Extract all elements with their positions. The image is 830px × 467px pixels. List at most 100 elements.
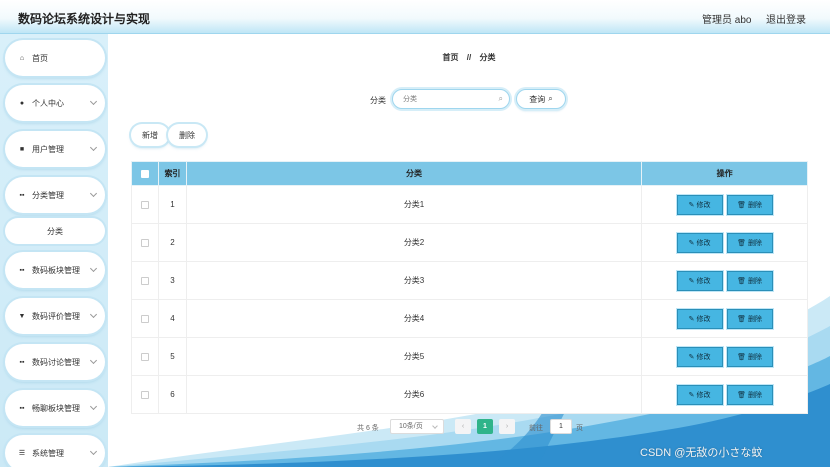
prev-page-button[interactable]: ‹ <box>455 419 471 434</box>
row-category: 分类1 <box>185 185 643 224</box>
next-page-button[interactable]: › <box>499 419 515 434</box>
breadcrumb-home[interactable]: 首页 <box>443 53 459 62</box>
chevron-down-icon <box>432 423 438 429</box>
row-category: 分类2 <box>185 223 643 262</box>
edit-icon: ✎ <box>688 315 695 323</box>
search-field[interactable]: ⌕ <box>392 89 510 109</box>
edit-button[interactable]: ✎ 修改 <box>676 346 723 367</box>
grid-icon: ▪▪ <box>19 266 25 274</box>
delete-button-label: 删除 <box>748 315 763 323</box>
delete-button[interactable]: 🗑 删除 <box>726 384 773 405</box>
chevron-down-icon <box>89 447 98 456</box>
row-checkbox[interactable] <box>140 238 149 247</box>
row-index: 6 <box>157 375 187 414</box>
row-checkbox[interactable] <box>140 390 149 399</box>
page-size-select[interactable]: 10条/页 <box>390 419 444 434</box>
delete-button[interactable]: 🗑 删除 <box>726 308 773 329</box>
sidebar-item-reviews[interactable]: ▼ 数码评价管理 <box>5 298 105 334</box>
pagination-total: 共 6 条 <box>357 425 379 432</box>
logout-link[interactable]: 退出登录 <box>766 11 806 26</box>
edit-button[interactable]: ✎ 修改 <box>676 194 723 215</box>
pagination: 共 6 条 10条/页 ‹ 1 › 前往 1 页 <box>108 419 830 435</box>
sidebar-item-system[interactable]: ☰ 系统管理 <box>5 435 105 467</box>
breadcrumb: 首页 // 分类 <box>108 52 830 63</box>
sidebar-item-discussions[interactable]: ▪▪ 数码讨论管理 <box>5 344 105 380</box>
row-index: 1 <box>157 185 187 224</box>
sidebar-item-chat-board[interactable]: ▪▪ 畅聊板块管理 <box>5 390 105 426</box>
row-checkbox[interactable] <box>140 352 149 361</box>
table-header-row: 索引 分类 操作 <box>131 161 808 186</box>
chevron-down-icon <box>89 402 98 411</box>
row-category: 分类6 <box>185 375 643 414</box>
trash-icon: 🗑 <box>737 239 747 247</box>
edit-icon: ✎ <box>688 239 695 247</box>
breadcrumb-current: 分类 <box>479 53 496 62</box>
row-index: 3 <box>157 261 187 300</box>
sidebar-item-category[interactable]: ▪▪ 分类管理 <box>5 177 105 213</box>
grid-icon: ▪▪ <box>19 191 25 199</box>
cup-icon: ▼ <box>18 312 26 320</box>
sidebar-item-home[interactable]: ⌂ 首页 <box>5 40 105 76</box>
edit-button[interactable]: ✎ 修改 <box>676 308 723 329</box>
row-select-cell <box>131 337 159 376</box>
app-title: 数码论坛系统设计与实现 <box>18 12 151 26</box>
table-row: 4 分类4 ✎ 修改 🗑 删除 <box>131 299 808 338</box>
select-all-checkbox[interactable] <box>140 169 149 178</box>
page-size-value: 10条/页 <box>399 423 423 430</box>
delete-button-label: 删除 <box>748 353 763 361</box>
row-select-cell <box>131 261 159 300</box>
sidebar-item-label: 分类管理 <box>32 190 64 200</box>
sidebar: ⌂ 首页 ● 个人中心 ■ 用户管理 ▪▪ 分类管理 分类 ▪▪ 数码板块管理 … <box>0 34 108 467</box>
page-number-current[interactable]: 1 <box>477 419 493 434</box>
goto-page-input[interactable]: 1 <box>550 419 572 434</box>
batch-delete-button[interactable]: 删除 <box>168 124 206 146</box>
table-row: 3 分类3 ✎ 修改 🗑 删除 <box>131 261 808 300</box>
search-input[interactable] <box>403 90 499 108</box>
sidebar-item-label: 数码评价管理 <box>32 311 80 321</box>
sidebar-item-profile[interactable]: ● 个人中心 <box>5 85 105 121</box>
sidebar-subitem-category[interactable]: 分类 <box>5 218 105 244</box>
row-actions: ✎ 修改 🗑 删除 <box>641 337 808 376</box>
column-header-category: 分类 <box>185 161 643 186</box>
sidebar-item-label: 数码讨论管理 <box>32 357 80 367</box>
delete-button-label: 删除 <box>748 391 763 399</box>
sidebar-item-label: 系统管理 <box>32 448 64 458</box>
row-checkbox[interactable] <box>140 200 149 209</box>
row-select-cell <box>131 223 159 262</box>
row-actions: ✎ 修改 🗑 删除 <box>641 375 808 414</box>
chevron-down-icon <box>89 310 98 319</box>
select-all-cell <box>131 161 159 186</box>
sidebar-item-users[interactable]: ■ 用户管理 <box>5 131 105 167</box>
home-icon: ⌂ <box>19 54 25 62</box>
table-row: 6 分类6 ✎ 修改 🗑 删除 <box>131 375 808 414</box>
briefcase-icon: ■ <box>19 145 25 153</box>
chevron-down-icon <box>89 189 98 198</box>
sidebar-item-digital-board[interactable]: ▪▪ 数码板块管理 <box>5 252 105 288</box>
query-button[interactable]: 查询 ⌕ <box>516 89 566 109</box>
delete-button[interactable]: 🗑 删除 <box>726 270 773 291</box>
column-header-index: 索引 <box>157 161 187 186</box>
row-checkbox[interactable] <box>140 314 149 323</box>
chevron-down-icon <box>89 356 98 365</box>
add-button[interactable]: 新增 <box>131 124 169 146</box>
edit-icon: ✎ <box>688 391 695 399</box>
delete-button[interactable]: 🗑 删除 <box>726 346 773 367</box>
edit-button[interactable]: ✎ 修改 <box>676 232 723 253</box>
sidebar-item-label: 用户管理 <box>32 144 64 154</box>
table-row: 5 分类5 ✎ 修改 🗑 删除 <box>131 337 808 376</box>
row-index: 2 <box>157 223 187 262</box>
row-actions: ✎ 修改 🗑 删除 <box>641 299 808 338</box>
search-icon: ⌕ <box>498 94 503 103</box>
sidebar-item-label: 畅聊板块管理 <box>32 403 80 413</box>
watermark-text: CSDN @无敌の小さな蚊 <box>640 447 763 459</box>
chevron-down-icon <box>89 264 98 273</box>
page-suffix-label: 页 <box>576 425 583 432</box>
edit-button-label: 修改 <box>696 239 711 247</box>
edit-button[interactable]: ✎ 修改 <box>676 270 723 291</box>
edit-button[interactable]: ✎ 修改 <box>676 384 723 405</box>
delete-button[interactable]: 🗑 删除 <box>726 194 773 215</box>
row-checkbox[interactable] <box>140 276 149 285</box>
delete-button[interactable]: 🗑 删除 <box>726 232 773 253</box>
chevron-down-icon <box>89 97 98 106</box>
grid-icon: ▪▪ <box>19 358 25 366</box>
